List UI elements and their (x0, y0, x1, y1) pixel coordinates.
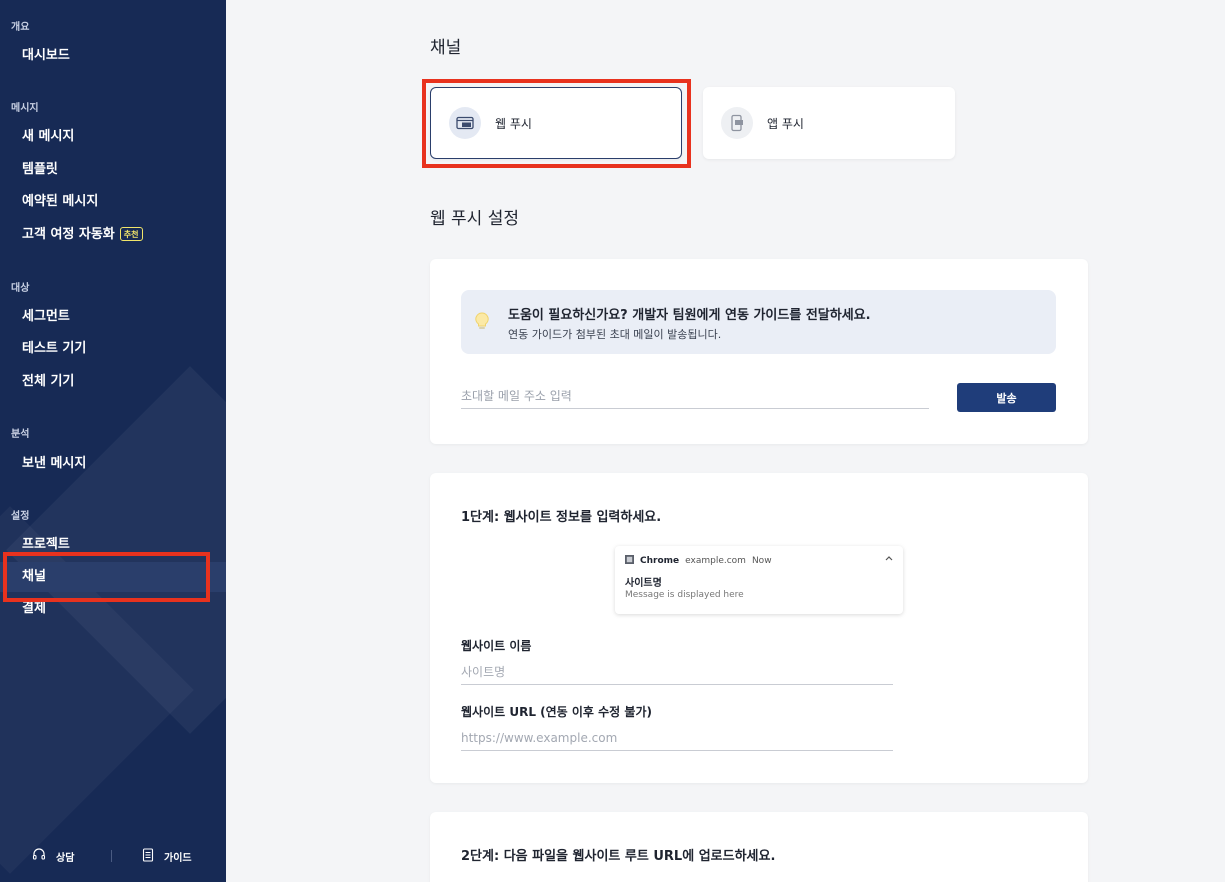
notification-title: 사이트명 (625, 578, 662, 589)
sidebar-item-journey[interactable]: 고객 여정 자동화 추천 (0, 220, 226, 250)
invite-email-input[interactable] (461, 383, 929, 409)
sidebar-item-all-devices[interactable]: 전체 기기 (0, 367, 226, 397)
highlight-box-web-push (422, 79, 691, 168)
channel-card-app-push[interactable]: 앱 푸시 (703, 87, 955, 159)
site-url-label: 웹사이트 URL (연동 이후 수정 불가) (461, 705, 652, 719)
help-title: 도움이 필요하신가요? 개발자 팀원에게 연동 가이드를 전달하세요. (508, 308, 871, 323)
channel-label: 앱 푸시 (767, 116, 804, 131)
site-name-label: 웹사이트 이름 (461, 639, 532, 653)
recommended-badge: 추천 (119, 227, 143, 241)
site-name-input[interactable] (461, 659, 893, 685)
sidebar-section-analytics: 분석 (11, 429, 30, 440)
help-box: 도움이 필요하신가요? 개발자 팀원에게 연동 가이드를 전달하세요. 연동 가… (461, 290, 1056, 354)
sidebar-footer: 상담 가이드 (0, 834, 226, 882)
sidebar: 개요 대시보드 메시지 새 메시지 템플릿 예약된 메시지 고객 여정 자동화 추… (0, 0, 226, 882)
sidebar-item-sent-messages[interactable]: 보낸 메시지 (0, 449, 226, 479)
sidebar-section-overview: 개요 (11, 22, 30, 33)
sidebar-item-new-message[interactable]: 새 메시지 (0, 122, 226, 152)
notification-browser: Chrome (640, 556, 680, 566)
sidebar-item-segments[interactable]: 세그먼트 (0, 302, 226, 332)
step2-panel: 2단계: 다음 파일을 웹사이트 루트 URL에 업로드하세요. (430, 812, 1088, 882)
guide-label: 가이드 (164, 852, 192, 864)
document-icon (142, 847, 154, 865)
sidebar-item-templates[interactable]: 템플릿 (0, 155, 226, 185)
highlight-box-sidebar-channel (3, 552, 210, 602)
step2-title: 2단계: 다음 파일을 웹사이트 루트 URL에 업로드하세요. (461, 849, 776, 864)
sidebar-section-audience: 대상 (11, 283, 30, 294)
footer-divider (111, 850, 112, 862)
mobile-app-icon (721, 107, 753, 139)
notification-domain: example.com (685, 556, 746, 566)
sidebar-item-scheduled[interactable]: 예약된 메시지 (0, 187, 226, 217)
sidebar-section-messages: 메시지 (11, 103, 39, 114)
headset-icon (32, 847, 46, 865)
help-subtitle: 연동 가이드가 첨부된 초대 메일이 발송됩니다. (508, 328, 722, 341)
chevron-up-icon (885, 554, 893, 564)
notification-preview: Chrome example.com Now 사이트명 Message is d… (615, 546, 903, 614)
page-title: 채널 (430, 38, 462, 58)
sidebar-item-test-devices[interactable]: 테스트 기기 (0, 334, 226, 364)
consult-button[interactable]: 상담 (32, 844, 74, 868)
guide-button[interactable]: 가이드 (142, 844, 192, 868)
help-panel: 도움이 필요하신가요? 개발자 팀원에게 연동 가이드를 전달하세요. 연동 가… (430, 259, 1088, 444)
chrome-icon (625, 555, 634, 567)
notification-body: Message is displayed here (625, 590, 744, 600)
sidebar-section-settings: 설정 (11, 511, 30, 522)
notification-time: Now (751, 556, 772, 566)
sidebar-item-label: 고객 여정 자동화 (22, 227, 115, 242)
send-button[interactable]: 발송 (957, 383, 1056, 412)
step1-panel: 1단계: 웹사이트 정보를 입력하세요. Chrome example.com … (430, 473, 1088, 783)
sidebar-item-dashboard[interactable]: 대시보드 (0, 41, 226, 71)
consult-label: 상담 (56, 852, 75, 864)
notification-header: Chrome example.com Now (625, 555, 772, 567)
lightbulb-icon (475, 312, 489, 336)
step1-title: 1단계: 웹사이트 정보를 입력하세요. (461, 510, 662, 525)
settings-title: 웹 푸시 설정 (430, 209, 520, 229)
site-url-input[interactable] (461, 725, 893, 751)
